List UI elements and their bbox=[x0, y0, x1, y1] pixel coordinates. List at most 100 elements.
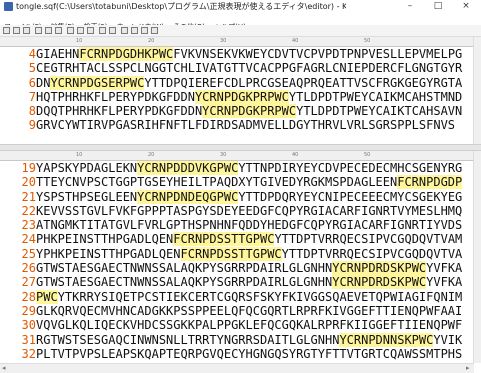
window-title: tongle.sqf(C:\Users\totabuni\Desktop\プログ… bbox=[16, 2, 346, 11]
toolbar bbox=[0, 25, 481, 37]
highlighted-match: FCRNPDSSTTGPWC bbox=[180, 246, 282, 261]
sequence-text: PLTVTPVPSLEAPSKQAPTEQRPGVQECYHGNGQSYRGTY… bbox=[36, 346, 463, 361]
editor-pane-top[interactable]: 10 20 30 40 50 4GIAEHNFCRNPDGDHKPWCFVKVN… bbox=[0, 37, 481, 144]
highlighted-match: YCRNPDGKPRPWC bbox=[194, 89, 289, 104]
redo-icon[interactable] bbox=[87, 27, 94, 34]
sequence-text: PHKPEINSTTHPGADLQEN bbox=[36, 232, 174, 247]
line-number: 6 bbox=[28, 75, 36, 90]
text-line[interactable]: 8DQQTPHRHKFLPERYPDKGFDDNYCRNPDGKPRPWCYTL… bbox=[0, 104, 474, 119]
ruler-tick: 40 bbox=[292, 38, 299, 44]
menu-bar: ファイル(F) 編集(E) 検索(S) ウィンドウ(W) その他(O) ヘルプ(… bbox=[0, 14, 481, 31]
close-button[interactable]: × bbox=[452, 0, 480, 13]
sequence-text: GRVCYWTIRVPGASRIHFNFTLFDIRDSADMVELLDGYTH… bbox=[36, 118, 456, 133]
line-number: 29 bbox=[21, 303, 36, 318]
search-icon[interactable] bbox=[67, 27, 74, 34]
sequence-text: YPHKPEINSTTHPGADLQEN bbox=[36, 246, 181, 261]
text-line[interactable]: 23ATNGMKTITATGVLFVRLGPTHSPNHNFQDDYHEDGFC… bbox=[0, 218, 474, 232]
ruler-bottom: 10 20 30 40 50 bbox=[0, 151, 474, 161]
editor-pane-bottom[interactable]: 10 20 30 40 50 19YAPSKYPDAGLEKNYCRNPDDDV… bbox=[0, 151, 481, 363]
line-number: 21 bbox=[21, 189, 36, 204]
find-next-icon[interactable] bbox=[99, 27, 106, 34]
paste-icon[interactable] bbox=[55, 27, 62, 34]
minimize-button[interactable]: – bbox=[396, 0, 424, 13]
highlighted-match: YCRNPDDDVKGPWC bbox=[137, 161, 239, 175]
sequence-text: FVKVNSEKVKWEYCDVTVCPVPDTPNPVESLLEPVMELPG bbox=[173, 47, 463, 61]
line-number: 30 bbox=[21, 318, 36, 333]
text-lines-top[interactable]: 4GIAEHNFCRNPDGDHKPWCFVKVNSEKVKWEYCDVTVCP… bbox=[0, 47, 474, 133]
line-number: 19 bbox=[21, 161, 36, 175]
ruler-tick: 40 bbox=[292, 152, 299, 158]
line-number: 26 bbox=[21, 261, 36, 276]
text-line[interactable]: 30VQVGLKQLIQECKVHDCSSGKKPALPPGKLEFQCGQKA… bbox=[0, 318, 474, 332]
line-number: 28 bbox=[21, 289, 36, 304]
text-line[interactable]: 20TTEYCNVPSCTGGPTGSEYHEILTPAQDXYTGIVEDYR… bbox=[0, 175, 474, 190]
text-line[interactable]: 31RGTWSTSESGAQCINWNSNLLTRRTYNGRRSDAITLGL… bbox=[0, 332, 474, 347]
sequence-text: YTTDPTVRRQECSIPVCGQDQVTVA bbox=[281, 246, 463, 261]
line-number: 8 bbox=[28, 104, 36, 119]
highlighted-match: YCRNPDRDSKPWC bbox=[332, 261, 427, 276]
text-line[interactable]: 4GIAEHNFCRNPDGDHKPWCFVKVNSEKVKWEYCDVTVCP… bbox=[0, 47, 474, 61]
find-prev-icon[interactable] bbox=[109, 27, 116, 34]
text-line[interactable]: 27GTWSTAESGAECTNWNSSALAQKPYSGRRPDAIRLGLG… bbox=[0, 275, 474, 290]
sequence-text: YVIK bbox=[433, 332, 463, 347]
sequence-text: YTTDPQIEREFCDLPRCGSEAQPRQEATTVSCFRGKGEGY… bbox=[144, 75, 463, 90]
ruler-top: 10 20 30 40 50 bbox=[0, 37, 474, 47]
line-number: 23 bbox=[21, 218, 36, 233]
sequence-text: YSPSTHPSEGLEEN bbox=[36, 189, 138, 204]
vertical-scrollbar-bottom[interactable] bbox=[473, 151, 481, 363]
sequence-text: YTLDPDTPWEYCAIKTCAHSAVN bbox=[296, 104, 463, 119]
highlighted-match: FCRNPDGDHKPWC bbox=[79, 47, 174, 61]
highlighted-match: YCRNPDGSERPWC bbox=[50, 75, 145, 90]
save-file-icon[interactable] bbox=[23, 27, 30, 34]
ruler-tick: 20 bbox=[148, 152, 155, 158]
open-file-icon[interactable] bbox=[13, 27, 20, 34]
sequence-text: YTTDPDQRYEYCNIPECEEECMYCSGEKYEG bbox=[238, 189, 463, 204]
text-line[interactable]: 26GTWSTAESGAECTNWNSSALAQKPYSGRRPDAIRLGLG… bbox=[0, 261, 474, 276]
window-icon[interactable] bbox=[151, 27, 158, 34]
line-number: 4 bbox=[28, 47, 36, 61]
sequence-text: HQTPHRHKFLPERYPDKGFDDN bbox=[36, 89, 195, 104]
highlighted-match: PWC bbox=[36, 289, 58, 304]
undo-icon[interactable] bbox=[77, 27, 84, 34]
text-line[interactable]: 21YSPSTHPSEGLEENYCRNPDNDEQGPWCYTTDPDQRYE… bbox=[0, 189, 474, 204]
maximize-button[interactable]: □ bbox=[424, 0, 452, 13]
highlighted-match: YCRNPDGKPRPWC bbox=[202, 104, 297, 119]
line-number: 32 bbox=[21, 346, 36, 361]
text-line[interactable]: 29GLKQRVQECMVHNCADGKKPSSPPEELQFQCGQRTLRP… bbox=[0, 304, 474, 318]
text-line[interactable]: 32PLTVTPVPSLEAPSKQAPTEQRPGVQECYHGNGQSYRG… bbox=[0, 347, 474, 361]
list-icon[interactable] bbox=[131, 27, 138, 34]
line-number: 27 bbox=[21, 275, 36, 290]
text-line[interactable]: 19YAPSKYPDAGLEKNYCRNPDDDVKGPWCYTTNPDIRYE… bbox=[0, 161, 474, 175]
sequence-text: YTTNPDIRYEYCDVPECEDECMHCSGENYRG bbox=[238, 161, 463, 175]
new-file-icon[interactable] bbox=[3, 27, 10, 34]
copy-icon[interactable] bbox=[45, 27, 52, 34]
vertical-scrollbar-top[interactable] bbox=[473, 37, 481, 144]
sequence-text: TTEYCNVPSCTGGPTGSEYHEILTPAQDXYTGIVEDYRGK… bbox=[36, 175, 398, 190]
text-line[interactable]: 25YPHKPEINSTTHPGADLQENFCRNPDSSTTGPWCYTTD… bbox=[0, 246, 474, 261]
text-line[interactable]: 5CEGTRHTACLSSPCLNGGTCHLIVATGTTVCACPPGFAG… bbox=[0, 61, 474, 75]
text-line[interactable]: 22KEVVSSTGVLFVKFGPPPTASPGYSDEYEEDGFCQPYR… bbox=[0, 204, 474, 218]
text-line[interactable]: 24PHKPEINSTTHPGADLQENFCRNPDSSTTGPWCYTTDP… bbox=[0, 232, 474, 247]
sequence-text: YTKRRYSIQETPCSTIEKCERTCGQRSFSKYFKIVGGSQA… bbox=[57, 289, 463, 304]
text-line[interactable]: 9GRVCYWTIRVPGASRIHFNFTLFDIRDSADMVELLDGYT… bbox=[0, 118, 474, 132]
app-icon bbox=[4, 2, 13, 11]
text-line[interactable]: 6DNYCRNPDGSERPWCYTTDPQIEREFCDLPRCGSEAQPR… bbox=[0, 75, 474, 90]
highlighted-match: YCRNPDNNSKPWC bbox=[339, 332, 434, 347]
pane-splitter[interactable] bbox=[0, 144, 481, 151]
line-number: 22 bbox=[21, 203, 36, 218]
highlighted-match: YCRNPDRDSKPWC bbox=[332, 275, 427, 290]
cut-icon[interactable] bbox=[35, 27, 42, 34]
ruler-tick: 10 bbox=[76, 38, 83, 44]
sequence-text: KEVVSSTGVLFVKFGPPPTASPGYSDEYEEDGFCQPYRGI… bbox=[36, 203, 463, 218]
sequence-text: YVFKA bbox=[426, 275, 463, 290]
line-number: 7 bbox=[28, 89, 36, 104]
settings-icon[interactable] bbox=[141, 27, 148, 34]
text-line[interactable]: 28PWCYTKRRYSIQETPCSTIEKCERTCGQRSFSKYFKIV… bbox=[0, 289, 474, 304]
highlighted-match: FCRNPDGDP bbox=[397, 175, 463, 190]
text-lines-bottom[interactable]: 19YAPSKYPDAGLEKNYCRNPDDDVKGPWCYTTNPDIRYE… bbox=[0, 161, 474, 363]
text-line[interactable]: 7HQTPHRHKFLPERYPDKGFDDNYCRNPDGKPRPWCYTLD… bbox=[0, 89, 474, 104]
grid-icon[interactable] bbox=[121, 27, 128, 34]
sequence-text: GTWSTAESGAECTNWNSSALAQKPYSGRRPDAIRLGLGNH… bbox=[36, 261, 333, 276]
highlighted-match: YCRNPDNDEQGPWC bbox=[137, 189, 239, 204]
sequence-text: YAPSKYPDAGLEKN bbox=[36, 161, 138, 175]
